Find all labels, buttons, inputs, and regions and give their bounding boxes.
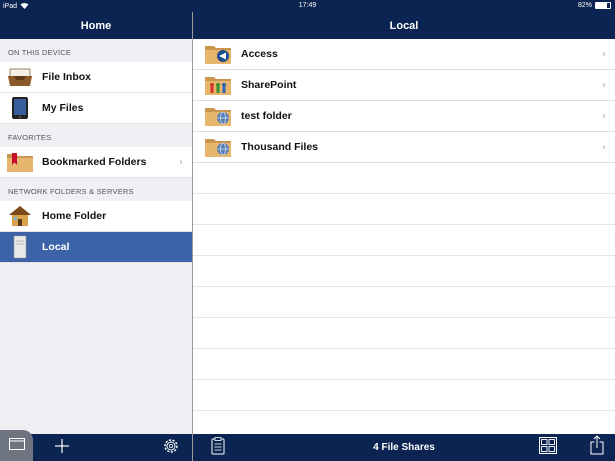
battery-percent: 82% [577, 2, 592, 9]
empty-row [193, 256, 615, 287]
bookmark-folder-icon [5, 149, 35, 175]
empty-row [193, 287, 615, 318]
empty-row [193, 349, 615, 380]
folder-globe-icon [203, 134, 233, 160]
empty-row [193, 163, 615, 194]
folder-access-icon [203, 41, 233, 67]
sidebar-item-bookmarked-folders[interactable]: Bookmarked Folders › [0, 147, 192, 178]
ipad-device-icon [5, 95, 35, 121]
settings-gear-icon [162, 437, 180, 460]
sidebar-item-label: File Inbox [42, 71, 92, 83]
empty-row [193, 194, 615, 225]
inbox-tray-icon [5, 64, 35, 90]
list-item-access[interactable]: Access › [193, 39, 615, 70]
sidebar: Home ON THIS DEVICE File Inbox My Files … [0, 12, 192, 461]
empty-row [193, 225, 615, 256]
sidebar-item-local[interactable]: Local [0, 232, 192, 263]
share-icon [590, 434, 604, 460]
section-header-favorites: FAVORITES [8, 133, 52, 142]
folder-globe-icon [203, 103, 233, 129]
house-icon [5, 203, 35, 229]
chevron-right-icon: › [602, 142, 606, 153]
sidebar-item-my-files[interactable]: My Files [0, 93, 192, 124]
list-item-thousand-files[interactable]: Thousand Files › [193, 132, 615, 163]
sidebar-item-home-folder[interactable]: Home Folder [0, 201, 192, 232]
sidebar-item-label: Local [42, 241, 70, 253]
list-item-sharepoint[interactable]: SharePoint › [193, 70, 615, 101]
chevron-right-icon: › [602, 111, 606, 122]
list-item-label: Thousand Files [241, 141, 319, 153]
folder-sharepoint-icon [203, 72, 233, 98]
add-icon [54, 438, 70, 459]
list-item-label: test folder [241, 110, 292, 122]
sidebar-title: Home [0, 12, 192, 39]
empty-row [193, 380, 615, 411]
chevron-right-icon: › [602, 80, 606, 91]
list-item-label: Access [241, 48, 278, 60]
sidebar-item-label: Home Folder [42, 210, 107, 222]
grid-view-icon [539, 436, 557, 459]
local-server-icon [5, 234, 35, 260]
folders-tab-icon [8, 437, 25, 455]
sidebar-item-label: My Files [42, 102, 84, 114]
battery-icon [595, 2, 611, 9]
section-header-network: NETWORK FOLDERS & SERVERS [8, 187, 134, 196]
page-title: Local [193, 12, 615, 39]
chevron-right-icon: › [179, 157, 183, 168]
main-toolbar: 4 File Shares [193, 434, 615, 461]
list-item-test-folder[interactable]: test folder › [193, 101, 615, 132]
grid-view-button[interactable] [539, 436, 557, 459]
settings-button[interactable] [162, 437, 180, 460]
list-item-label: SharePoint [241, 79, 297, 91]
status-bar: iPad 17:49 82% [0, 0, 615, 12]
sidebar-item-file-inbox[interactable]: File Inbox [0, 62, 192, 93]
section-header-device: ON THIS DEVICE [8, 48, 72, 57]
add-button[interactable] [54, 438, 70, 459]
folders-tab-button[interactable] [0, 430, 33, 461]
clock: 17:49 [298, 2, 317, 9]
share-button[interactable] [590, 434, 604, 460]
sidebar-toolbar [0, 430, 192, 461]
sidebar-item-label: Bookmarked Folders [42, 156, 147, 168]
main-pane: Local Access › SharePoint › test folder … [193, 12, 615, 461]
chevron-right-icon: › [602, 49, 606, 60]
empty-row [193, 318, 615, 349]
